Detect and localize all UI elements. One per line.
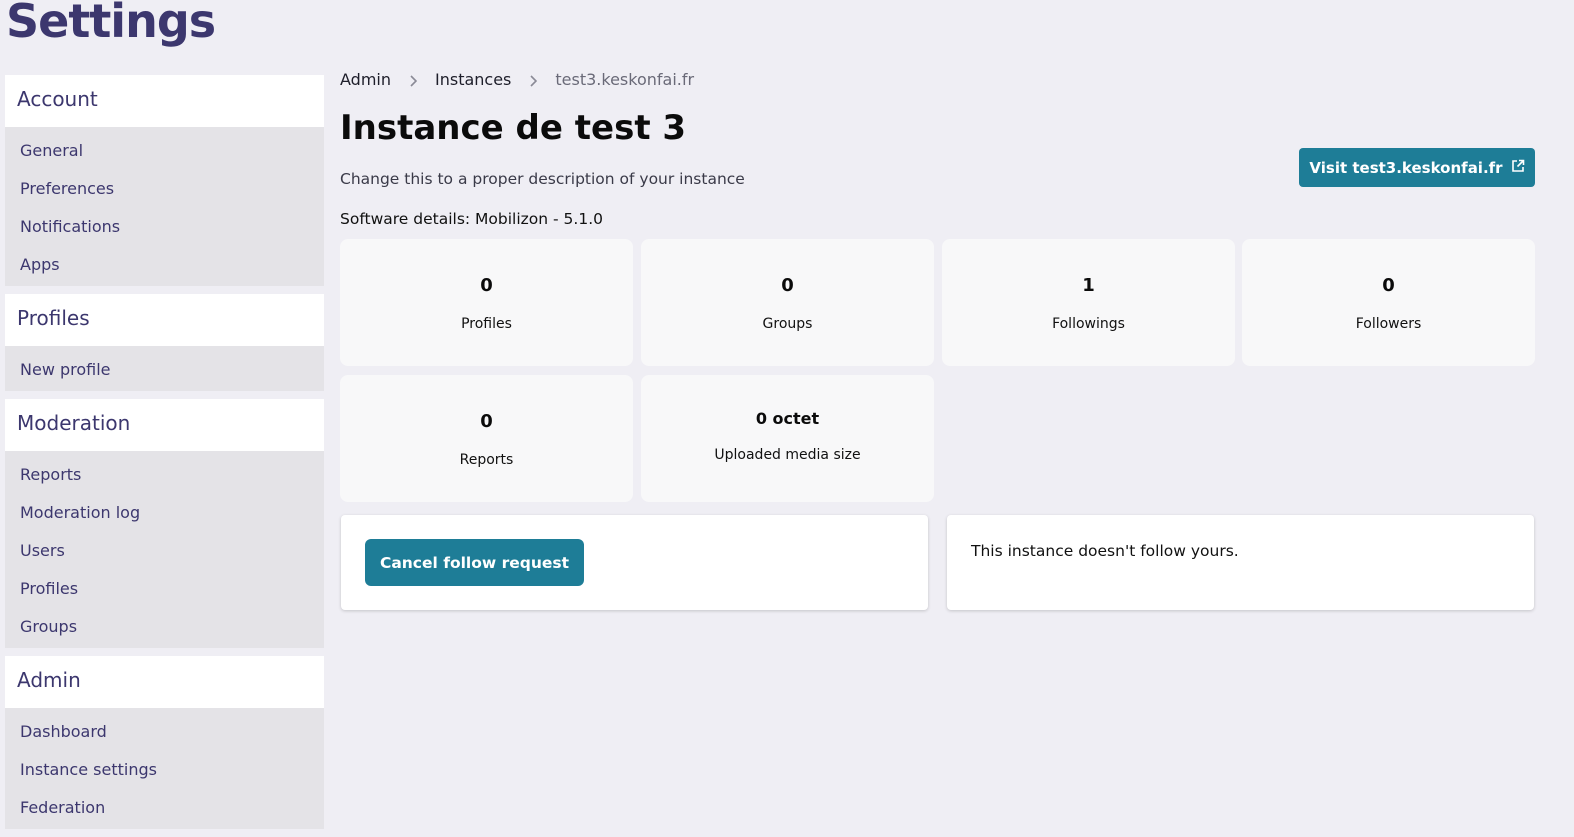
sidebar-list-account: General Preferences Notifications Apps	[5, 127, 324, 286]
stat-value-reports: 0	[480, 411, 493, 432]
sidebar-item-moderation-log[interactable]: Moderation log	[5, 494, 324, 532]
chevron-right-icon	[391, 70, 435, 89]
stat-label-media-size: Uploaded media size	[714, 447, 861, 463]
sidebar-item-federation[interactable]: Federation	[5, 789, 324, 827]
sidebar-item-apps[interactable]: Apps	[5, 246, 324, 284]
sidebar-heading-moderation: Moderation	[5, 399, 324, 451]
sidebar-heading-profiles: Profiles	[5, 294, 324, 346]
visit-instance-button[interactable]: Visit test3.keskonfai.fr	[1299, 148, 1535, 187]
stat-card-profiles: 0 Profiles	[340, 239, 633, 366]
sidebar-section-profiles: Profiles New profile	[5, 294, 324, 391]
settings-sidebar: Account General Preferences Notification…	[5, 75, 324, 837]
sidebar-heading-admin: Admin	[5, 656, 324, 708]
sidebar-item-groups[interactable]: Groups	[5, 608, 324, 646]
follow-request-panel: Cancel follow request	[341, 515, 928, 610]
instance-name: Instance de test 3	[340, 108, 687, 148]
sidebar-item-dashboard[interactable]: Dashboard	[5, 713, 324, 751]
follower-status-text: This instance doesn't follow yours.	[971, 542, 1239, 560]
sidebar-section-account: Account General Preferences Notification…	[5, 75, 324, 286]
stat-value-media-size: 0 octet	[755, 409, 820, 428]
sidebar-item-reports[interactable]: Reports	[5, 456, 324, 494]
breadcrumb-current-instance: test3.keskonfai.fr	[555, 70, 695, 89]
stat-label-profiles: Profiles	[461, 316, 512, 332]
sidebar-section-admin: Admin Dashboard Instance settings Federa…	[5, 656, 324, 829]
sidebar-item-preferences[interactable]: Preferences	[5, 170, 324, 208]
sidebar-section-moderation: Moderation Reports Moderation log Users …	[5, 399, 324, 648]
sidebar-item-new-profile[interactable]: New profile	[5, 351, 324, 389]
cancel-follow-request-button[interactable]: Cancel follow request	[365, 539, 584, 586]
sidebar-list-moderation: Reports Moderation log Users Profiles Gr…	[5, 451, 324, 648]
stat-label-reports: Reports	[459, 452, 514, 468]
breadcrumb-admin[interactable]: Admin	[340, 70, 391, 89]
follower-status-panel: This instance doesn't follow yours.	[947, 515, 1534, 610]
external-link-icon	[1511, 159, 1525, 177]
stat-card-groups: 0 Groups	[641, 239, 934, 366]
sidebar-item-users[interactable]: Users	[5, 532, 324, 570]
visit-instance-label: Visit test3.keskonfai.fr	[1309, 158, 1503, 177]
software-details: Software details: Mobilizon - 5.1.0	[340, 210, 603, 228]
sidebar-item-notifications[interactable]: Notifications	[5, 208, 324, 246]
sidebar-item-moderation-profiles[interactable]: Profiles	[5, 570, 324, 608]
stat-label-groups: Groups	[762, 316, 813, 332]
sidebar-item-instance-settings[interactable]: Instance settings	[5, 751, 324, 789]
breadcrumb-instances[interactable]: Instances	[435, 70, 511, 89]
stat-card-reports: 0 Reports	[340, 375, 633, 502]
stat-value-followings: 1	[1082, 275, 1095, 296]
breadcrumb: Admin Instances test3.keskonfai.fr	[340, 70, 694, 89]
instance-description: Change this to a proper description of y…	[340, 170, 745, 188]
stat-card-followers: 0 Followers	[1242, 239, 1535, 366]
stat-label-followers: Followers	[1355, 316, 1422, 332]
stat-label-followings: Followings	[1052, 316, 1125, 332]
sidebar-list-admin: Dashboard Instance settings Federation	[5, 708, 324, 829]
stat-value-profiles: 0	[480, 275, 493, 296]
sidebar-list-profiles: New profile	[5, 346, 324, 391]
stat-value-followers: 0	[1382, 275, 1395, 296]
stat-value-groups: 0	[781, 275, 794, 296]
stat-card-followings: 1 Followings	[942, 239, 1235, 366]
page-title: Settings	[6, 0, 216, 48]
chevron-right-icon	[511, 70, 555, 89]
stat-card-media-size: 0 octet Uploaded media size	[641, 375, 934, 502]
sidebar-heading-account: Account	[5, 75, 324, 127]
sidebar-item-general[interactable]: General	[5, 132, 324, 170]
